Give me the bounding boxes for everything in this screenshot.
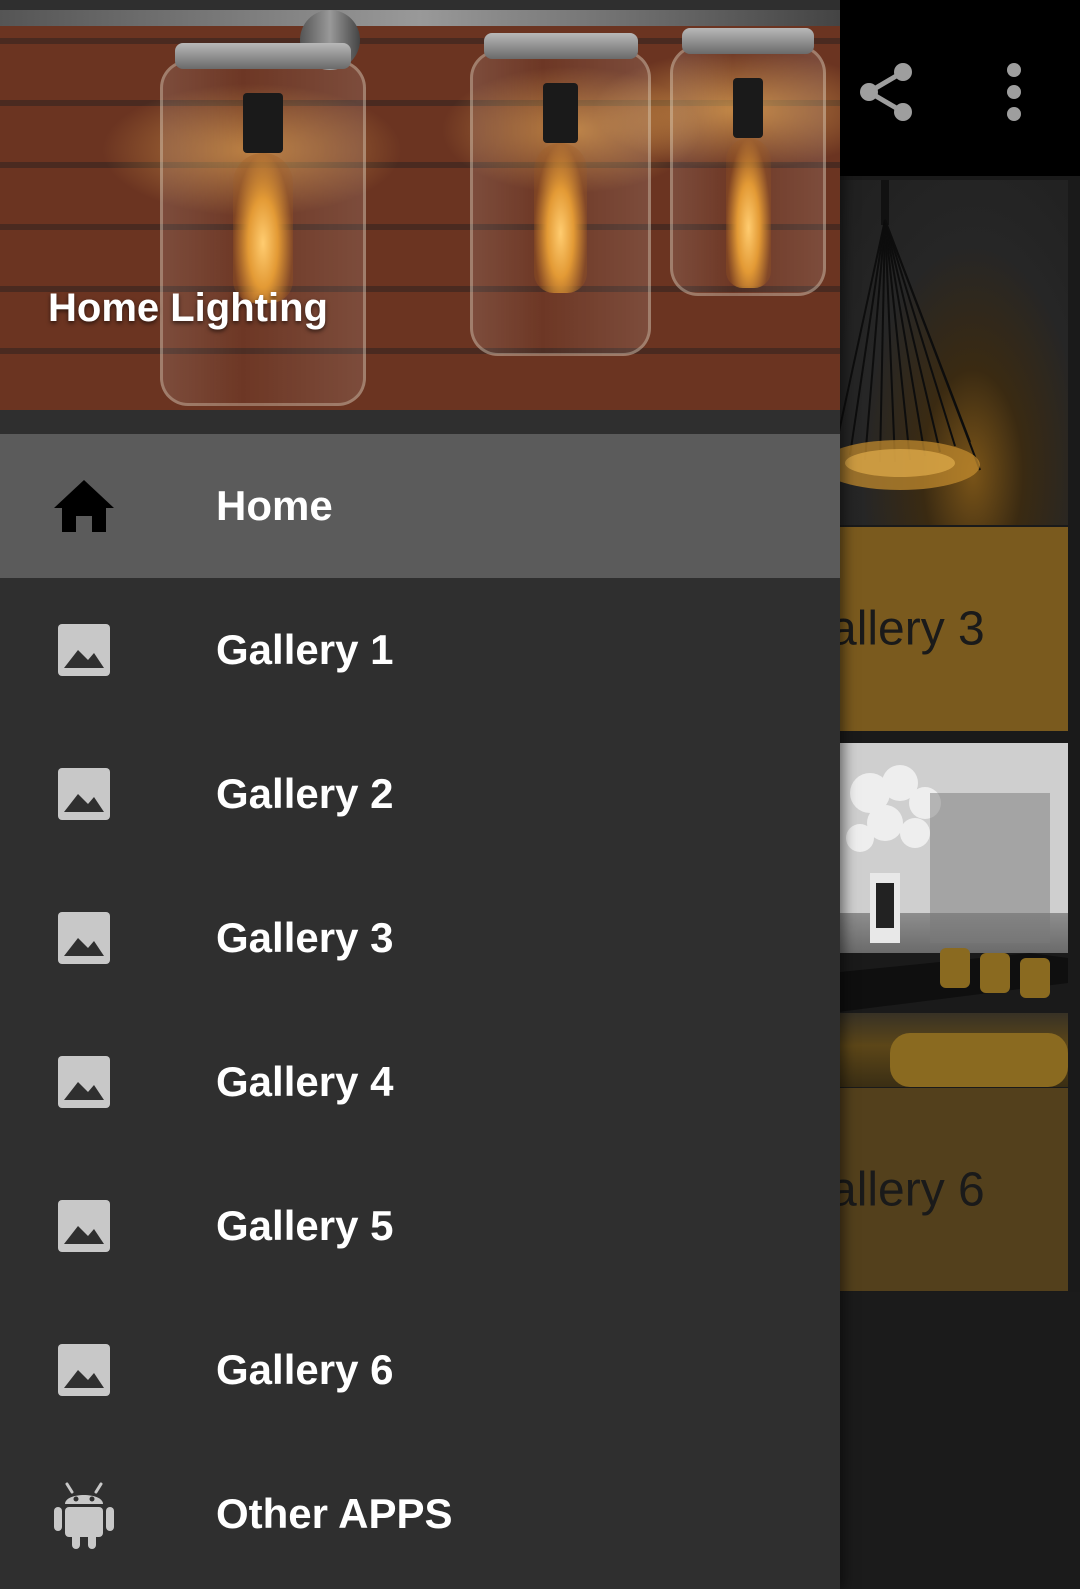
drawer-item-label: Home xyxy=(216,482,333,529)
gallery-tile-label: allery 6 xyxy=(830,1163,985,1216)
navigation-drawer: Home Lighting Home Gallery 1 Gallery 2 G… xyxy=(0,0,840,1589)
drawer-item-other-apps[interactable]: Other APPS xyxy=(0,1442,840,1586)
image-icon xyxy=(52,1194,116,1258)
share-icon[interactable] xyxy=(855,60,919,124)
drawer-item-gallery-2[interactable]: Gallery 2 xyxy=(0,722,840,866)
more-vert-icon[interactable] xyxy=(982,60,1046,124)
drawer-item-label: Gallery 1 xyxy=(216,626,394,673)
drawer-title: Home Lighting xyxy=(48,286,328,330)
drawer-item-label: Gallery 6 xyxy=(216,1346,394,1393)
drawer-item-label: Gallery 5 xyxy=(216,1202,394,1249)
drawer-header-image: Home Lighting xyxy=(0,10,840,410)
gallery-tile-label: allery 3 xyxy=(830,602,985,656)
android-icon xyxy=(52,1482,116,1549)
gallery-thumbnail-pendant[interactable] xyxy=(830,180,1068,525)
drawer-item-label: Gallery 4 xyxy=(216,1058,394,1105)
image-icon xyxy=(52,618,116,682)
drawer-item-gallery-6[interactable]: Gallery 6 xyxy=(0,1298,840,1442)
gallery-tile-3[interactable]: allery 3 xyxy=(830,527,1068,731)
drawer-item-label: Other APPS xyxy=(216,1490,453,1537)
drawer-item-label: Gallery 3 xyxy=(216,914,394,961)
drawer-menu: Home Gallery 1 Gallery 2 Gallery 3 Galle… xyxy=(0,434,840,1586)
gallery-thumbnail-dining[interactable] xyxy=(830,743,1068,1087)
drawer-item-gallery-3[interactable]: Gallery 3 xyxy=(0,866,840,1010)
pipe-decoration xyxy=(0,10,840,26)
image-icon xyxy=(52,1338,116,1402)
mason-jar-light xyxy=(670,28,826,296)
drawer-item-gallery-5[interactable]: Gallery 5 xyxy=(0,1154,840,1298)
drawer-item-home[interactable]: Home xyxy=(0,434,840,578)
gallery-tile-6[interactable]: allery 6 xyxy=(830,1088,1068,1291)
image-icon xyxy=(52,906,116,970)
mason-jar-light xyxy=(160,43,366,406)
mason-jar-light xyxy=(470,33,651,356)
image-icon xyxy=(52,762,116,826)
drawer-item-gallery-1[interactable]: Gallery 1 xyxy=(0,578,840,722)
image-icon xyxy=(52,1050,116,1114)
home-icon xyxy=(52,474,116,538)
divider xyxy=(0,410,840,434)
drawer-item-gallery-4[interactable]: Gallery 4 xyxy=(0,1010,840,1154)
drawer-item-label: Gallery 2 xyxy=(216,770,394,817)
gallery-empty-area xyxy=(830,1292,1080,1589)
